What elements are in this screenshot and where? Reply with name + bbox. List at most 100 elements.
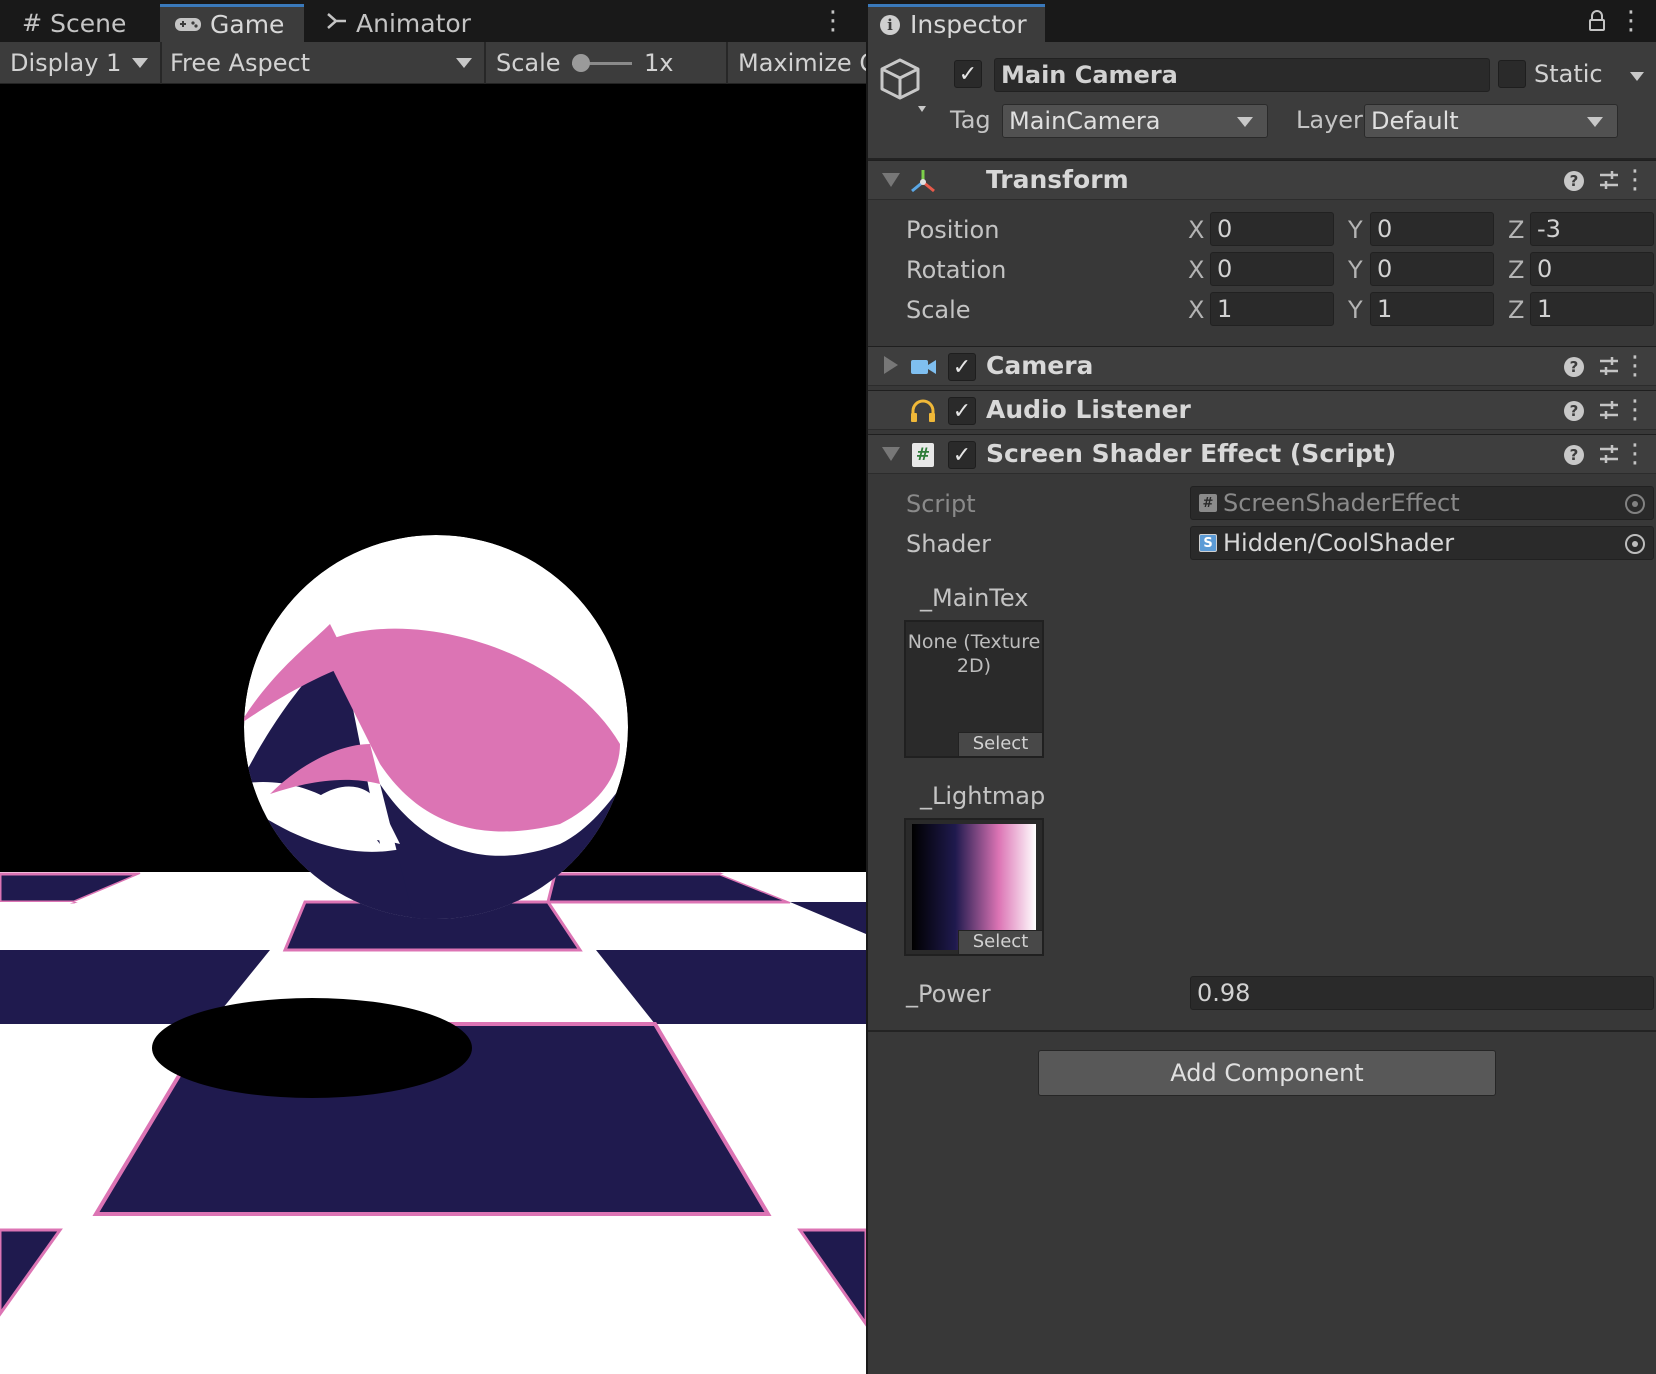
- screen-shader-title: Screen Shader Effect (Script): [986, 439, 1397, 468]
- component-menu-kebab-icon[interactable]: ⋮: [1622, 165, 1648, 195]
- shader-object-value: Hidden/CoolShader: [1223, 529, 1455, 557]
- section-divider: [868, 1030, 1656, 1032]
- component-menu-kebab-icon[interactable]: ⋮: [1622, 439, 1648, 469]
- shader-file-icon: S: [1199, 534, 1217, 552]
- audio-listener-title: Audio Listener: [986, 395, 1191, 424]
- position-x-field[interactable]: 0: [1210, 212, 1334, 246]
- tab-scene[interactable]: # Scene: [8, 4, 140, 42]
- transform-icon: [911, 170, 935, 193]
- foldout-closed-icon[interactable]: [884, 356, 898, 374]
- toolbar-divider: [484, 42, 486, 84]
- script-object-value: ScreenShaderEffect: [1223, 489, 1460, 517]
- object-name-field[interactable]: Main Camera: [994, 58, 1490, 92]
- transform-header[interactable]: Transform ? ⋮: [868, 160, 1656, 200]
- script-label: Script: [906, 490, 976, 518]
- script-file-icon: #: [1199, 494, 1217, 512]
- display-dropdown[interactable]: Display 1: [10, 42, 156, 84]
- lightmap-select-button[interactable]: Select: [958, 930, 1042, 954]
- info-icon: i: [880, 14, 900, 35]
- power-field[interactable]: 0.98: [1190, 976, 1654, 1010]
- gameobject-cube-icon[interactable]: [880, 56, 930, 112]
- layer-dropdown[interactable]: Default: [1364, 104, 1618, 138]
- add-component-button[interactable]: Add Component: [1038, 1050, 1496, 1096]
- foldout-open-icon[interactable]: [882, 173, 900, 187]
- inspector-panel: i Inspector ⋮ ✓ Main Camera Static Tag M…: [866, 0, 1656, 1374]
- tag-dropdown[interactable]: MainCamera: [1002, 104, 1268, 138]
- lock-icon[interactable]: [1588, 10, 1606, 32]
- axis-z-label: Z: [1508, 216, 1525, 244]
- help-icon[interactable]: ?: [1564, 401, 1584, 421]
- shader-label: Shader: [906, 530, 992, 558]
- game-view-panel: # Scene Game Animator ⋮ Display 1 Free A…: [0, 0, 866, 1374]
- object-picker-icon[interactable]: [1625, 534, 1645, 554]
- axis-x-label: X: [1188, 256, 1205, 284]
- static-dropdown-icon[interactable]: [1630, 72, 1644, 81]
- lightmap-label: _Lightmap: [920, 782, 1046, 810]
- rotation-z-field[interactable]: 0: [1530, 252, 1654, 286]
- tab-inspector[interactable]: i Inspector: [868, 4, 1045, 42]
- help-icon[interactable]: ?: [1564, 357, 1584, 377]
- axis-z-label: Z: [1508, 256, 1525, 284]
- position-y-field[interactable]: 0: [1370, 212, 1494, 246]
- scale-row-label: Scale: [906, 296, 971, 324]
- presets-icon[interactable]: [1598, 399, 1620, 421]
- static-label: Static: [1534, 60, 1603, 88]
- aspect-dropdown-label: Free Aspect: [170, 49, 311, 77]
- toolbar-divider: [160, 42, 162, 84]
- object-active-checkbox[interactable]: ✓: [954, 60, 982, 88]
- game-toolbar: Display 1 Free Aspect Scale 1x Maximize …: [0, 42, 866, 84]
- maximize-toggle[interactable]: Maximize O: [738, 42, 866, 84]
- game-render: [0, 84, 866, 1374]
- transform-title: Transform: [986, 165, 1129, 194]
- rotation-label: Rotation: [906, 256, 1007, 284]
- tab-animator[interactable]: Animator: [312, 4, 485, 42]
- scale-x-field[interactable]: 1: [1210, 292, 1334, 326]
- rotation-y-field[interactable]: 0: [1370, 252, 1494, 286]
- chevron-down-icon: [456, 58, 472, 68]
- aspect-dropdown[interactable]: Free Aspect: [170, 42, 480, 84]
- help-icon[interactable]: ?: [1564, 171, 1584, 191]
- audio-listener-enabled-checkbox[interactable]: ✓: [948, 397, 976, 425]
- scale-slider-handle[interactable]: [572, 54, 590, 72]
- lightmap-slot[interactable]: Select: [904, 818, 1044, 956]
- toolbar-divider: [726, 42, 728, 84]
- tab-game-label: Game: [210, 10, 285, 39]
- static-checkbox[interactable]: [1498, 60, 1526, 88]
- object-header: ✓ Main Camera Static Tag MainCamera Laye…: [868, 42, 1656, 160]
- camera-enabled-checkbox[interactable]: ✓: [948, 353, 976, 381]
- maintex-slot[interactable]: None (Texture 2D) Select: [904, 620, 1044, 758]
- screen-shader-enabled-checkbox[interactable]: ✓: [948, 441, 976, 469]
- maintex-select-button[interactable]: Select: [958, 732, 1042, 756]
- panel-menu-kebab-icon[interactable]: ⋮: [820, 6, 846, 36]
- scale-label: Scale: [496, 49, 561, 77]
- presets-icon[interactable]: [1598, 355, 1620, 377]
- script-icon: #: [912, 443, 934, 467]
- foldout-open-icon[interactable]: [882, 447, 900, 461]
- chevron-down-icon: [1237, 117, 1253, 127]
- layer-dropdown-value: Default: [1371, 107, 1459, 135]
- script-object-field: # ScreenShaderEffect: [1190, 486, 1654, 520]
- axis-y-label: Y: [1348, 296, 1363, 324]
- tag-label: Tag: [950, 106, 991, 134]
- tab-game[interactable]: Game: [160, 4, 304, 42]
- presets-icon[interactable]: [1598, 169, 1620, 191]
- presets-icon[interactable]: [1598, 443, 1620, 465]
- camera-icon: [911, 360, 936, 374]
- help-icon[interactable]: ?: [1564, 445, 1584, 465]
- component-menu-kebab-icon[interactable]: ⋮: [1622, 395, 1648, 425]
- camera-header[interactable]: ✓ Camera ? ⋮: [868, 346, 1656, 386]
- shader-object-field[interactable]: S Hidden/CoolShader: [1190, 526, 1654, 560]
- inspector-tabbar: i Inspector ⋮: [868, 0, 1656, 42]
- checker-floor: [0, 872, 866, 1374]
- audio-listener-header[interactable]: ✓ Audio Listener ? ⋮: [868, 390, 1656, 430]
- inspector-menu-kebab-icon[interactable]: ⋮: [1618, 8, 1644, 34]
- chevron-down-icon: [132, 58, 148, 68]
- scale-z-field[interactable]: 1: [1530, 292, 1654, 326]
- game-viewport[interactable]: [0, 84, 866, 1374]
- layer-label: Layer: [1296, 106, 1363, 134]
- position-z-field[interactable]: -3: [1530, 212, 1654, 246]
- screen-shader-header[interactable]: # ✓ Screen Shader Effect (Script) ? ⋮: [868, 434, 1656, 474]
- component-menu-kebab-icon[interactable]: ⋮: [1622, 351, 1648, 381]
- rotation-x-field[interactable]: 0: [1210, 252, 1334, 286]
- scale-y-field[interactable]: 1: [1370, 292, 1494, 326]
